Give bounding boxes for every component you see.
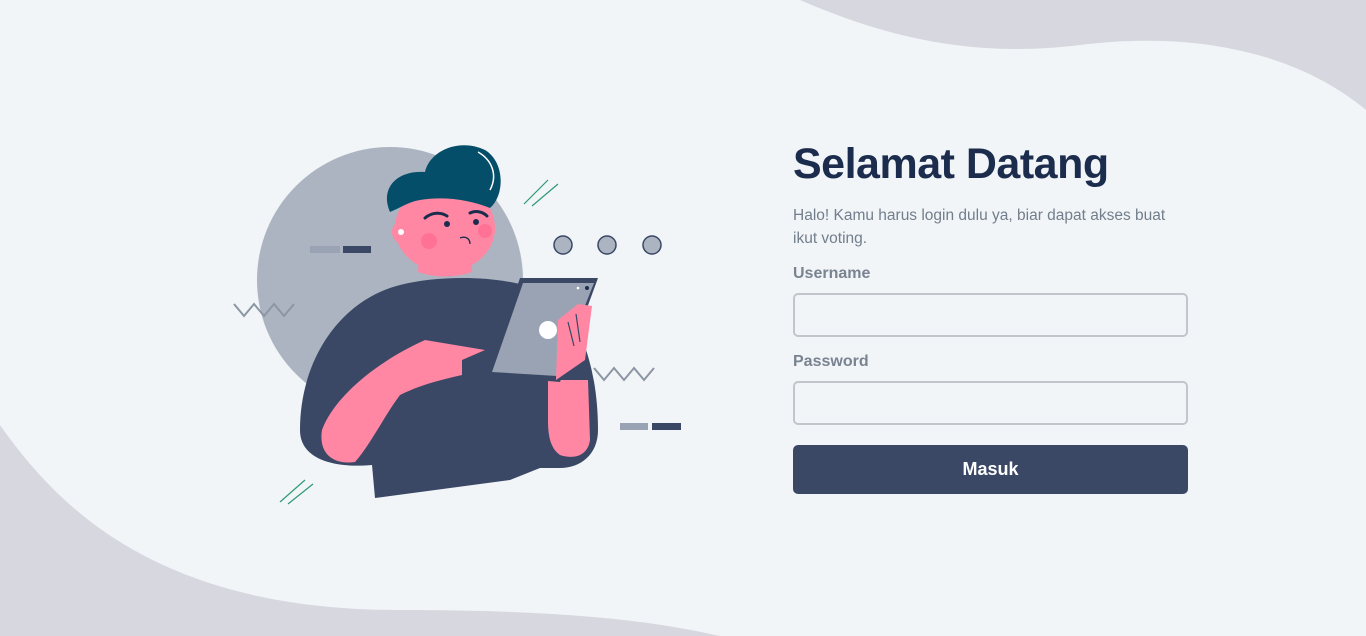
welcome-title: Selamat Datang: [793, 140, 1109, 188]
person-with-tablet-illustration: [233, 145, 681, 505]
accent-line: [279, 479, 306, 503]
dash-bar-light: [620, 423, 648, 430]
dash-bar-dark: [343, 246, 371, 253]
username-input[interactable]: [793, 293, 1188, 337]
accent-line: [523, 179, 549, 205]
earbud: [398, 229, 404, 235]
password-label: Password: [793, 353, 869, 370]
dash-bar-light: [310, 246, 340, 253]
dots-decoration: [553, 235, 662, 255]
login-panel: Selamat Datang Halo! Kamu harus login du…: [793, 140, 1188, 494]
password-input[interactable]: [793, 381, 1188, 425]
login-button[interactable]: Masuk: [793, 445, 1188, 494]
right-arm: [548, 380, 590, 457]
accent-line: [531, 183, 559, 207]
username-label: Username: [793, 265, 871, 282]
cheek: [478, 224, 492, 238]
zigzag-decoration: [593, 366, 655, 382]
top-right-wave: [800, 0, 1366, 110]
welcome-subtitle: Halo! Kamu harus login dulu ya, biar dap…: [793, 207, 1166, 247]
accent-line: [287, 483, 314, 505]
cheek: [421, 233, 437, 249]
dash-bar-dark: [652, 423, 681, 430]
